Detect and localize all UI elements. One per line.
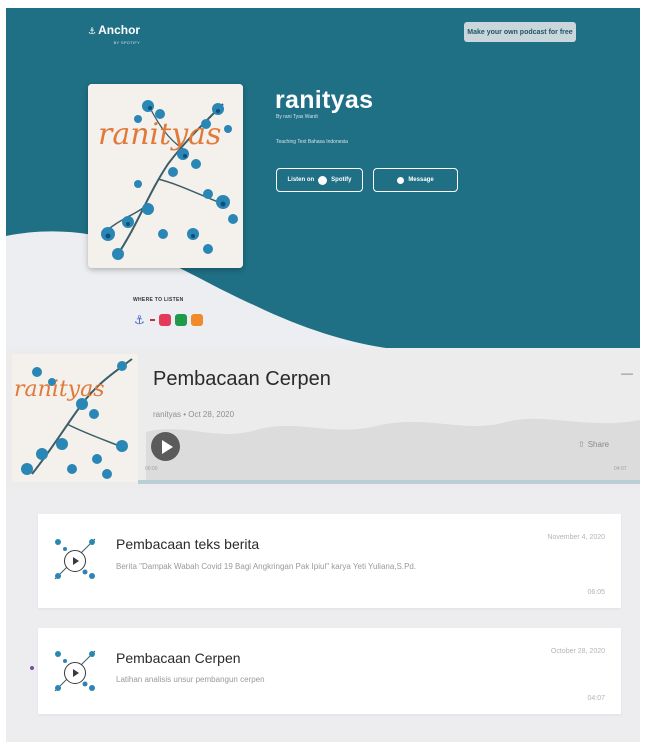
episode-title[interactable]: Pembacaan Cerpen — [116, 650, 241, 666]
time-elapsed: 00:00 — [145, 466, 158, 472]
rss-icon-orange[interactable] — [191, 314, 203, 326]
message-icon — [397, 176, 405, 184]
anchor-logo-icon: ⚓ — [88, 26, 97, 36]
now-playing-indicator — [30, 666, 34, 670]
message-label: Message — [408, 177, 434, 183]
anchor-logo[interactable]: ⚓ Anchor BY SPOTIFY — [88, 24, 140, 49]
episode-date: October 28, 2020 — [550, 648, 605, 655]
player-episode-meta: ranityas • Oct 28, 2020 — [153, 410, 235, 419]
player-cover-art: ranityas — [12, 354, 138, 482]
episode-description: Berita "Dampak Wabah Covid 19 Bagi Angkr… — [116, 562, 417, 571]
podcast-icon-green[interactable] — [175, 314, 187, 326]
show-title: ranityas — [275, 86, 374, 114]
episode-list: Pembacaan teks berita Berita "Dampak Wab… — [6, 488, 640, 742]
svg-text:ranityas: ranityas — [98, 117, 221, 152]
where-to-listen-label: WHERE TO LISTEN — [133, 297, 184, 303]
show-cover-art: ranityas — [88, 84, 243, 268]
play-icon — [73, 557, 79, 565]
episode-description: Latihan analisis unsur pembangun cerpen — [116, 675, 265, 684]
episode-play-button[interactable] — [64, 550, 86, 572]
list-item[interactable]: Pembacaan Cerpen Latihan analisis unsur … — [30, 628, 621, 714]
progress-bar[interactable] — [138, 480, 640, 484]
time-total: 04:07 — [614, 466, 627, 472]
play-icon — [161, 439, 173, 454]
listen-platform-label: Spotify — [331, 177, 352, 183]
episode-duration: 04:07 — [587, 695, 605, 702]
floral-artwork-icon: ranityas — [12, 354, 138, 482]
featured-episode-player: ranityas Pembacaan Cerpen — ranityas • O… — [6, 348, 640, 488]
platform-links: ⚓ — [134, 314, 203, 326]
listen-on-spotify-button[interactable]: Listen on Spotify — [276, 168, 363, 192]
show-description: Teaching Text Bahasa Indonesia — [276, 139, 348, 145]
player-episode-title: Pembacaan Cerpen — [153, 368, 331, 390]
episode-date: November 4, 2020 — [547, 534, 605, 541]
show-author: By rani Tyas Wardi — [276, 114, 318, 120]
divider — [150, 319, 155, 321]
share-button[interactable]: ⇧ Share — [578, 440, 609, 449]
message-button[interactable]: Message — [373, 168, 458, 192]
list-item[interactable]: Pembacaan teks berita Berita "Dampak Wab… — [38, 514, 621, 608]
podcast-icon-red[interactable] — [159, 314, 171, 326]
spotify-icon — [318, 175, 328, 185]
waveform-decoration — [146, 418, 640, 482]
floral-artwork-icon: ranityas — [88, 84, 243, 268]
play-icon — [73, 669, 79, 677]
episode-title[interactable]: Pembacaan teks berita — [116, 536, 259, 552]
play-button[interactable] — [151, 432, 180, 461]
make-podcast-button[interactable]: Make your own podcast for free — [464, 22, 576, 42]
episode-play-button[interactable] — [64, 662, 86, 684]
listen-label: Listen on — [287, 177, 315, 183]
episode-duration: 06:05 — [587, 589, 605, 596]
show-header: ⚓ Anchor BY SPOTIFY Make your own podcast… — [6, 8, 640, 348]
svg-text:ranityas: ranityas — [14, 377, 105, 402]
share-label: Share — [587, 440, 610, 449]
share-icon: ⇧ — [578, 440, 585, 449]
anchor-icon[interactable]: ⚓ — [134, 314, 146, 326]
more-options-button[interactable]: — — [621, 366, 633, 380]
